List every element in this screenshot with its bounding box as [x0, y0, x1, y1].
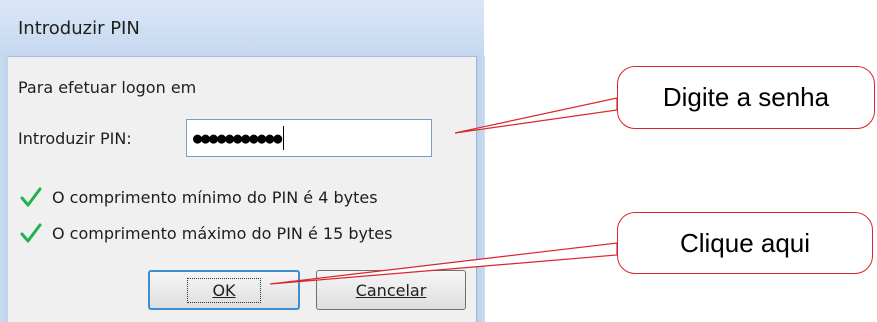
callout-enter-password-text: Digite a senha	[662, 82, 830, 112]
callout-click-here-text: Clique aqui	[679, 227, 811, 258]
callout-enter-password: Digite a senha	[617, 66, 875, 129]
callout-click-here: Clique aqui	[617, 212, 873, 274]
leader-pin-input	[454, 97, 618, 134]
leader-ok-button	[269, 242, 618, 285]
